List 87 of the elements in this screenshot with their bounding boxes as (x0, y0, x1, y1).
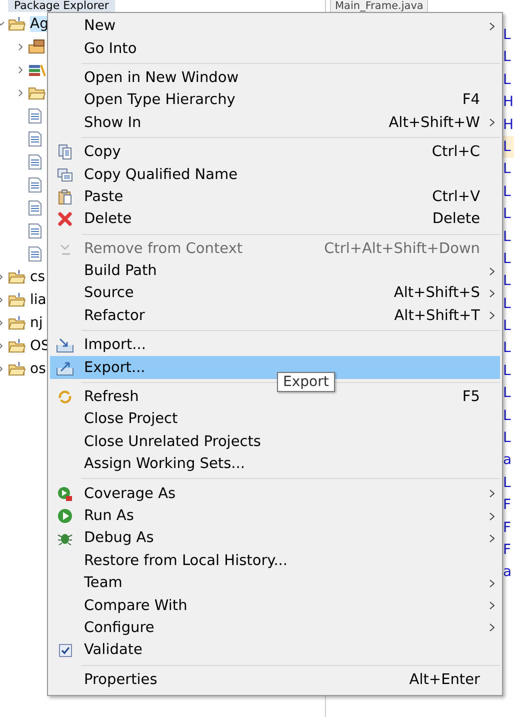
books-icon (28, 62, 46, 78)
code-line: L (503, 362, 511, 379)
project-icon (8, 16, 26, 32)
code-line: F (503, 497, 512, 514)
menu-item[interactable]: Open Type Hierarchy F4 (50, 89, 500, 112)
code-line: F (503, 542, 512, 558)
editor-tab[interactable]: Main_Frame.java (330, 0, 428, 12)
file-icon (28, 108, 42, 124)
menu-item[interactable]: Restore from Local History... (50, 550, 500, 572)
tooltip: Export (277, 372, 335, 392)
code-line: a (503, 452, 512, 468)
code-line: L (503, 296, 511, 312)
file-icon (28, 176, 42, 192)
code-line: a (503, 564, 512, 580)
code-line: L (503, 474, 511, 491)
code-line: L (503, 27, 511, 43)
coverage-icon (57, 486, 73, 502)
project-icon (8, 360, 26, 376)
project-icon (8, 268, 26, 284)
code-line: L (503, 161, 511, 178)
code-line: L (503, 250, 511, 267)
code-line: L (503, 228, 511, 245)
code-line: F (503, 520, 512, 536)
project-icon (8, 338, 26, 354)
code-line: L (503, 318, 511, 334)
menu-item[interactable]: Go Into (50, 37, 500, 60)
menu-item[interactable]: Close Project (50, 408, 500, 431)
menu-item[interactable]: Open in New Window (50, 66, 500, 90)
menu-item[interactable]: New (50, 15, 500, 38)
copy-icon (57, 144, 73, 160)
menu-item[interactable]: Team (50, 572, 500, 594)
code-line: L (503, 273, 511, 290)
import-icon (56, 337, 74, 354)
menu-item[interactable]: Delete Delete (50, 208, 500, 231)
project-icon (8, 314, 26, 330)
code-line: L (503, 340, 511, 356)
menu-item[interactable]: Configure (50, 616, 500, 640)
file-icon (28, 130, 42, 146)
tree-item[interactable]: nj (30, 314, 43, 330)
collapsed-icon[interactable] (17, 66, 25, 74)
code-line: L (503, 49, 511, 66)
project-icon (8, 292, 26, 308)
tree-item[interactable]: Ag (30, 16, 48, 32)
menu-item[interactable]: Close Unrelated Projects (50, 430, 500, 454)
folder-icon (28, 84, 46, 100)
code-line: L (503, 206, 511, 222)
file-icon (28, 246, 42, 262)
code-line: L (503, 138, 511, 155)
code-line: L (503, 430, 511, 446)
tree-item[interactable]: lia (30, 292, 46, 308)
tree-item[interactable]: os (30, 360, 46, 376)
collapsed-icon[interactable] (17, 88, 25, 96)
menu-item[interactable]: Source Alt+Shift+S (50, 282, 500, 305)
menu-item[interactable]: Copy Qualified Name (50, 163, 500, 186)
export-icon (56, 360, 74, 376)
menu-item[interactable]: Copy Ctrl+C (50, 140, 500, 164)
code-line: H (503, 116, 514, 133)
code-line: L (503, 184, 511, 200)
panel-title[interactable]: Package Explorer (8, 0, 115, 12)
package-icon (28, 38, 46, 54)
file-icon (28, 200, 42, 216)
clipboard-icon (57, 188, 73, 205)
menu-item[interactable]: Refactor Alt+Shift+T (50, 304, 500, 328)
refresh-icon (57, 389, 73, 406)
file-icon (28, 222, 42, 238)
menu-item[interactable]: Validate (50, 639, 500, 662)
menu-item[interactable]: Show In Alt+Shift+W (50, 112, 500, 134)
run-icon (57, 508, 73, 524)
menu-item[interactable]: Run As (50, 504, 500, 528)
menu-item[interactable]: Properties Alt+Enter (50, 668, 500, 691)
menu-item[interactable]: Coverage As (50, 482, 500, 505)
checkbox[interactable] (58, 644, 72, 657)
menu-item[interactable]: Debug As (50, 527, 500, 550)
menu-item[interactable]: Compare With (50, 594, 500, 617)
menu-item[interactable]: Paste Ctrl+V (50, 186, 500, 208)
collapsed-icon[interactable] (17, 42, 25, 50)
code-line: L (503, 385, 511, 402)
copy-icon (57, 166, 73, 183)
file-icon (28, 154, 42, 170)
menu-item[interactable]: Build Path (50, 260, 500, 282)
delete-icon (57, 211, 73, 228)
code-line: H (503, 94, 514, 110)
code-line: L (503, 72, 511, 88)
tree-item[interactable]: cs (30, 268, 45, 284)
code-line: L (503, 408, 511, 424)
menu-item[interactable]: Import... (50, 334, 500, 356)
menu-item[interactable]: Assign Working Sets... (50, 453, 500, 476)
